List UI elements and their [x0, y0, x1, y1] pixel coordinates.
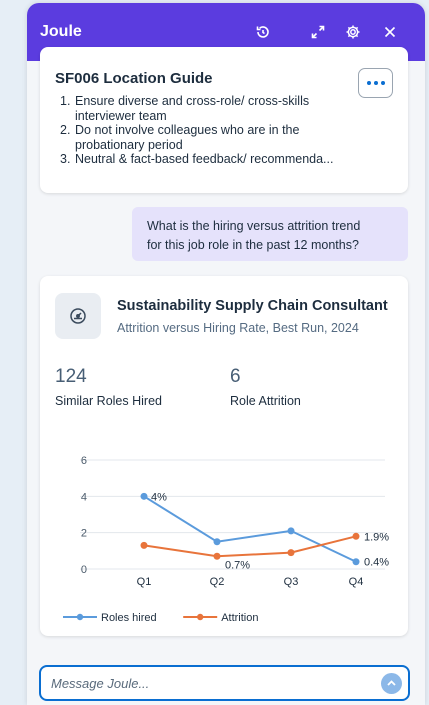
user-message-bubble: What is the hiring versus attrition tren…	[132, 207, 408, 261]
chevron-up-icon	[387, 680, 396, 686]
expand-icon[interactable]	[307, 21, 329, 43]
series-line	[143, 495, 357, 563]
legend-marker	[76, 613, 84, 621]
guide-list: 1. Ensure diverse and cross-role/ cross-…	[60, 94, 360, 167]
gauge-icon	[70, 308, 86, 324]
data-point	[213, 552, 221, 560]
settings-icon[interactable]	[342, 21, 364, 43]
y-tick-label: 6	[81, 455, 87, 467]
data-point	[287, 527, 295, 535]
location-guide-card: SF006 Location Guide 1. Ensure diverse a…	[40, 47, 408, 193]
legend-label: Attrition	[221, 612, 258, 624]
user-message-line: for this job role in the past 12 months?	[147, 238, 359, 252]
history-icon[interactable]	[252, 21, 274, 43]
joule-title: Joule	[40, 23, 82, 40]
role-icon-box	[55, 293, 101, 339]
x-tick-label: Q3	[284, 576, 299, 588]
data-label: 1.9%	[364, 531, 389, 543]
guide-title: SF006 Location Guide	[55, 70, 213, 87]
y-tick-label: 4	[81, 491, 87, 503]
data-point	[213, 538, 221, 546]
kpi-label-hired: Similar Roles Hired	[55, 394, 162, 408]
data-point	[352, 532, 360, 540]
more-dot-icon	[380, 81, 385, 85]
data-point	[140, 541, 148, 549]
data-label: 0.4%	[364, 557, 389, 569]
more-options-button[interactable]	[358, 68, 393, 98]
user-message-line: What is the hiring versus attrition tren…	[147, 219, 361, 233]
role-subtitle: Attrition versus Hiring Rate, Best Run, …	[117, 321, 359, 335]
guide-list-item: 3. Neutral & fact-based feedback/ recomm…	[60, 152, 334, 166]
hiring-attrition-chart: 0 2 4 6 Q1 Q2 Q3 Q4 4% 0.4% 0.7% 1.9% Roles hired Att…	[63, 455, 389, 624]
y-tick-label: 0	[81, 564, 87, 576]
data-point	[140, 492, 148, 500]
x-tick-label: Q2	[210, 576, 225, 588]
close-icon[interactable]	[379, 21, 401, 43]
role-title: Sustainability Supply Chain Consultant	[117, 298, 388, 314]
data-point	[352, 558, 360, 566]
more-dot-icon	[366, 81, 371, 85]
more-dot-icon	[373, 81, 378, 85]
joule-panel: Joule SF006 Location Guide 1. Ensure div…	[27, 3, 425, 705]
legend-label: Roles hired	[101, 612, 157, 624]
data-point	[287, 549, 295, 557]
y-tick-label: 2	[81, 528, 87, 540]
kpi-value-hired: 124	[55, 366, 87, 387]
guide-list-item: 2. Do not involve colleagues who are in …	[60, 123, 300, 152]
send-button[interactable]	[381, 673, 402, 694]
message-input[interactable]	[51, 667, 371, 699]
data-label: 4%	[151, 491, 167, 503]
kpi-value-attrition: 6	[230, 366, 241, 387]
message-input-box[interactable]	[39, 665, 410, 701]
x-tick-label: Q4	[349, 576, 364, 588]
data-label: 0.7%	[225, 559, 250, 571]
legend-marker	[197, 613, 204, 621]
kpi-label-attrition: Role Attrition	[230, 394, 301, 408]
x-tick-label: Q1	[137, 576, 152, 588]
guide-list-item: 1. Ensure diverse and cross-role/ cross-…	[60, 94, 310, 123]
role-insight-card: Sustainability Supply Chain Consultant A…	[40, 276, 408, 636]
